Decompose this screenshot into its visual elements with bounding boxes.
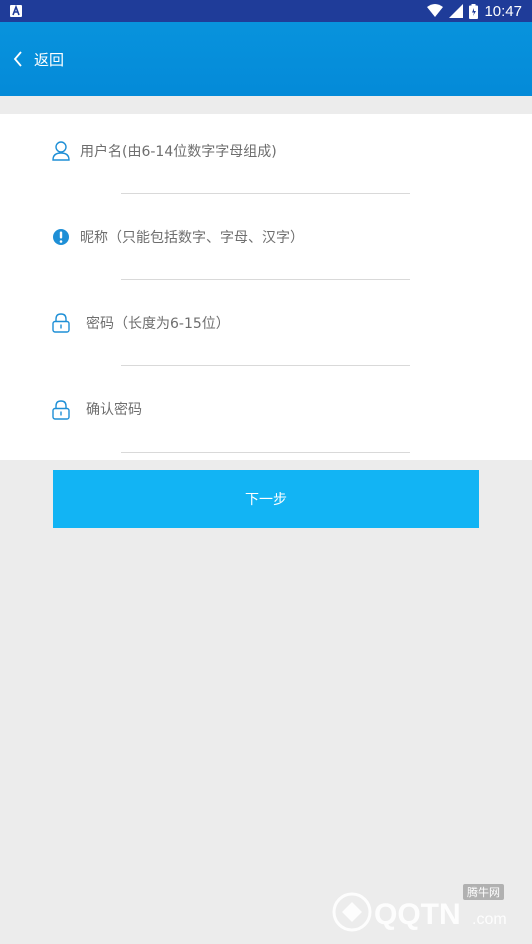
exclamation-icon: [53, 229, 69, 245]
qqtn-logo-icon: QQTN .com: [332, 892, 507, 932]
confirm-password-underline: [121, 452, 410, 453]
app-bar: 返回: [0, 22, 532, 96]
status-bar: 10:47: [0, 0, 532, 22]
svg-text:QQTN: QQTN: [374, 898, 461, 931]
nickname-input[interactable]: [80, 226, 410, 250]
next-step-button[interactable]: 下一步: [53, 470, 479, 528]
watermark: 腾牛网 QQTN .com: [322, 880, 522, 936]
nickname-underline: [121, 279, 410, 280]
password-input[interactable]: [86, 312, 416, 336]
confirm-password-input[interactable]: [86, 398, 416, 422]
chevron-left-icon: [13, 51, 22, 67]
notification-a-icon: [10, 5, 22, 17]
password-field-row: [0, 286, 532, 372]
status-time: 10:47: [484, 2, 522, 20]
battery-icon: [469, 3, 479, 19]
username-field-row: [0, 114, 532, 200]
nickname-field-row: [0, 200, 532, 286]
svg-text:.com: .com: [472, 911, 507, 928]
confirm-password-field-row: [0, 372, 532, 458]
user-icon: [52, 141, 70, 161]
username-underline: [121, 193, 410, 194]
wifi-icon: [427, 4, 444, 17]
username-input[interactable]: [80, 140, 410, 164]
back-label: 返回: [34, 50, 65, 69]
lock-icon: [52, 400, 70, 420]
back-button[interactable]: 返回: [12, 22, 64, 96]
password-underline: [121, 365, 410, 366]
registration-form: [0, 114, 532, 460]
signal-icon: [449, 4, 464, 18]
lock-icon: [52, 313, 70, 333]
